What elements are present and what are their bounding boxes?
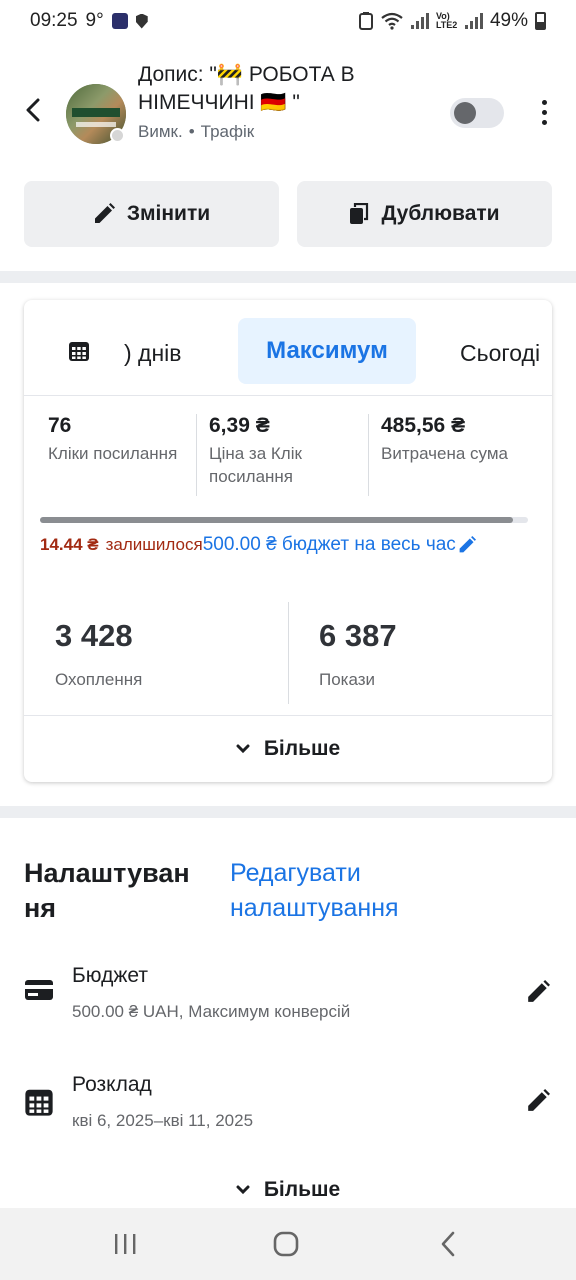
edit-schedule-pencil-icon[interactable] bbox=[526, 1089, 550, 1113]
calendar-icon[interactable] bbox=[68, 340, 90, 362]
stats-more-button[interactable]: Більше bbox=[24, 715, 552, 782]
budget-progress-bar bbox=[40, 517, 528, 523]
schedule-title: Розклад bbox=[72, 1073, 152, 1096]
settings-more-label: Більше bbox=[263, 1178, 341, 1201]
metric-link-clicks: 76 Кліки посилання bbox=[24, 414, 196, 496]
budget-subtitle: 500.00 ₴ UAH, Максимум конверсій bbox=[72, 1002, 351, 1021]
budget-line: 14.44 ₴ залишилося 500.00 ₴ бюджет на ве… bbox=[40, 534, 552, 556]
status-bar: 09:25 9° Vo) LTE2 49% bbox=[0, 0, 576, 42]
pencil-icon bbox=[94, 203, 115, 223]
more-options-button[interactable] bbox=[530, 94, 558, 130]
post-objective: Трафік bbox=[200, 122, 255, 141]
network-type-label: Vo) LTE2 bbox=[435, 11, 458, 30]
shield-icon bbox=[135, 13, 148, 29]
budget-title: Бюджет bbox=[72, 964, 148, 987]
chevron-left-icon bbox=[26, 98, 40, 122]
setting-budget[interactable]: Бюджет 500.00 ₴ UAH, Максимум конверсій bbox=[0, 964, 576, 1044]
tab-maximum[interactable]: Максимум bbox=[238, 318, 416, 384]
back-button[interactable] bbox=[18, 92, 48, 128]
metric-value: 6,39 ₴ bbox=[209, 414, 270, 437]
section-divider bbox=[0, 271, 576, 283]
campaign-toggle[interactable] bbox=[450, 98, 504, 128]
edit-button-label: Змінити bbox=[126, 202, 211, 225]
status-temperature: 9° bbox=[85, 10, 104, 31]
tab-days[interactable]: ) днів bbox=[124, 340, 182, 367]
edit-budget-pencil-icon[interactable] bbox=[526, 980, 550, 1004]
post-title: Допис: "🚧 РОБОТА В НІМЕЧЧИНІ 🇩🇪 " bbox=[138, 63, 355, 114]
status-time: 09:25 bbox=[30, 10, 78, 31]
wifi-icon bbox=[381, 12, 403, 30]
battery-percent: 49% bbox=[489, 10, 528, 31]
home-button[interactable] bbox=[270, 1228, 302, 1260]
edit-button[interactable]: Змінити bbox=[24, 181, 279, 247]
metric-value: 485,56 ₴ bbox=[381, 414, 466, 437]
reach-value: 3 428 bbox=[55, 618, 133, 653]
copy-icon bbox=[350, 203, 369, 224]
duplicate-button-label: Дублювати bbox=[381, 202, 500, 225]
post-separator: • bbox=[188, 122, 195, 141]
recent-apps-button[interactable] bbox=[110, 1228, 140, 1260]
stats-card: ) днів Максимум Сьогоді 76 Кліки посилан… bbox=[24, 300, 552, 782]
recent-apps-icon bbox=[115, 1234, 136, 1254]
tab-today[interactable]: Сьогоді bbox=[460, 340, 540, 367]
stats-more-label: Більше bbox=[263, 737, 341, 760]
duplicate-button[interactable]: Дублювати bbox=[297, 181, 552, 247]
impressions-value: 6 387 bbox=[319, 618, 397, 653]
recycle-icon bbox=[358, 12, 373, 30]
settings-title: Налаштуван ня bbox=[24, 858, 190, 923]
metric-label: Ціна за Клік посилання bbox=[209, 444, 302, 486]
credit-card-icon bbox=[25, 980, 53, 1000]
post-header: Допис: "🚧 РОБОТА В НІМЕЧЧИНІ 🇩🇪 " Вимк. … bbox=[0, 56, 576, 166]
remaining-budget-value: 14.44 ₴ bbox=[40, 535, 99, 554]
edit-budget-icon[interactable] bbox=[458, 536, 476, 554]
settings-more-button[interactable]: Більше bbox=[0, 1172, 576, 1208]
reach-label: Охоплення bbox=[55, 670, 143, 689]
toggle-knob bbox=[454, 102, 476, 124]
home-icon bbox=[273, 1231, 299, 1257]
schedule-subtitle: кві 6, 2025–кві 11, 2025 bbox=[72, 1111, 254, 1130]
app-notification-icon bbox=[111, 13, 128, 29]
reach-row: 3 428 Охоплення 6 387 Покази bbox=[24, 602, 552, 704]
section-divider bbox=[0, 806, 576, 818]
impressions-label: Покази bbox=[319, 670, 376, 689]
chevron-down-icon bbox=[236, 1185, 250, 1195]
metric-label: Кліки посилання bbox=[48, 444, 178, 463]
signal-icon bbox=[410, 13, 429, 29]
calendar-icon bbox=[25, 1089, 53, 1116]
metric-amount-spent: 485,56 ₴ Витрачена сума bbox=[368, 414, 540, 496]
budget-progress-fill bbox=[40, 517, 514, 523]
setting-schedule[interactable]: Розклад кві 6, 2025–кві 11, 2025 bbox=[0, 1073, 576, 1153]
impressions-stat: 6 387 Покази bbox=[288, 602, 552, 704]
date-range-tabs: ) днів Максимум Сьогоді bbox=[24, 300, 552, 396]
metrics-row: 76 Кліки посилання 6,39 ₴ Ціна за Клік п… bbox=[24, 414, 552, 496]
battery-icon bbox=[535, 12, 546, 30]
signal-2-icon bbox=[464, 13, 483, 29]
metric-value: 76 bbox=[48, 414, 72, 437]
action-buttons: Змінити Дублювати bbox=[24, 181, 552, 247]
status-dot-icon bbox=[110, 128, 125, 143]
total-budget-link[interactable]: 500.00 ₴ бюджет на весь час bbox=[203, 534, 456, 556]
back-arrow-icon bbox=[441, 1231, 455, 1257]
metric-label: Витрачена сума bbox=[381, 444, 508, 463]
remaining-budget-label: залишилося bbox=[105, 535, 203, 554]
post-subtitle: Вимк. • Трафік bbox=[138, 122, 254, 142]
chevron-down-icon bbox=[236, 744, 250, 754]
system-back-button[interactable] bbox=[434, 1228, 462, 1260]
post-status: Вимк. bbox=[138, 122, 183, 141]
edit-settings-link[interactable]: Редагувати налаштування bbox=[230, 856, 490, 926]
reach-stat: 3 428 Охоплення bbox=[24, 602, 288, 704]
system-navigation-bar bbox=[0, 1208, 576, 1280]
metric-cost-per-click: 6,39 ₴ Ціна за Клік посилання bbox=[196, 414, 368, 496]
